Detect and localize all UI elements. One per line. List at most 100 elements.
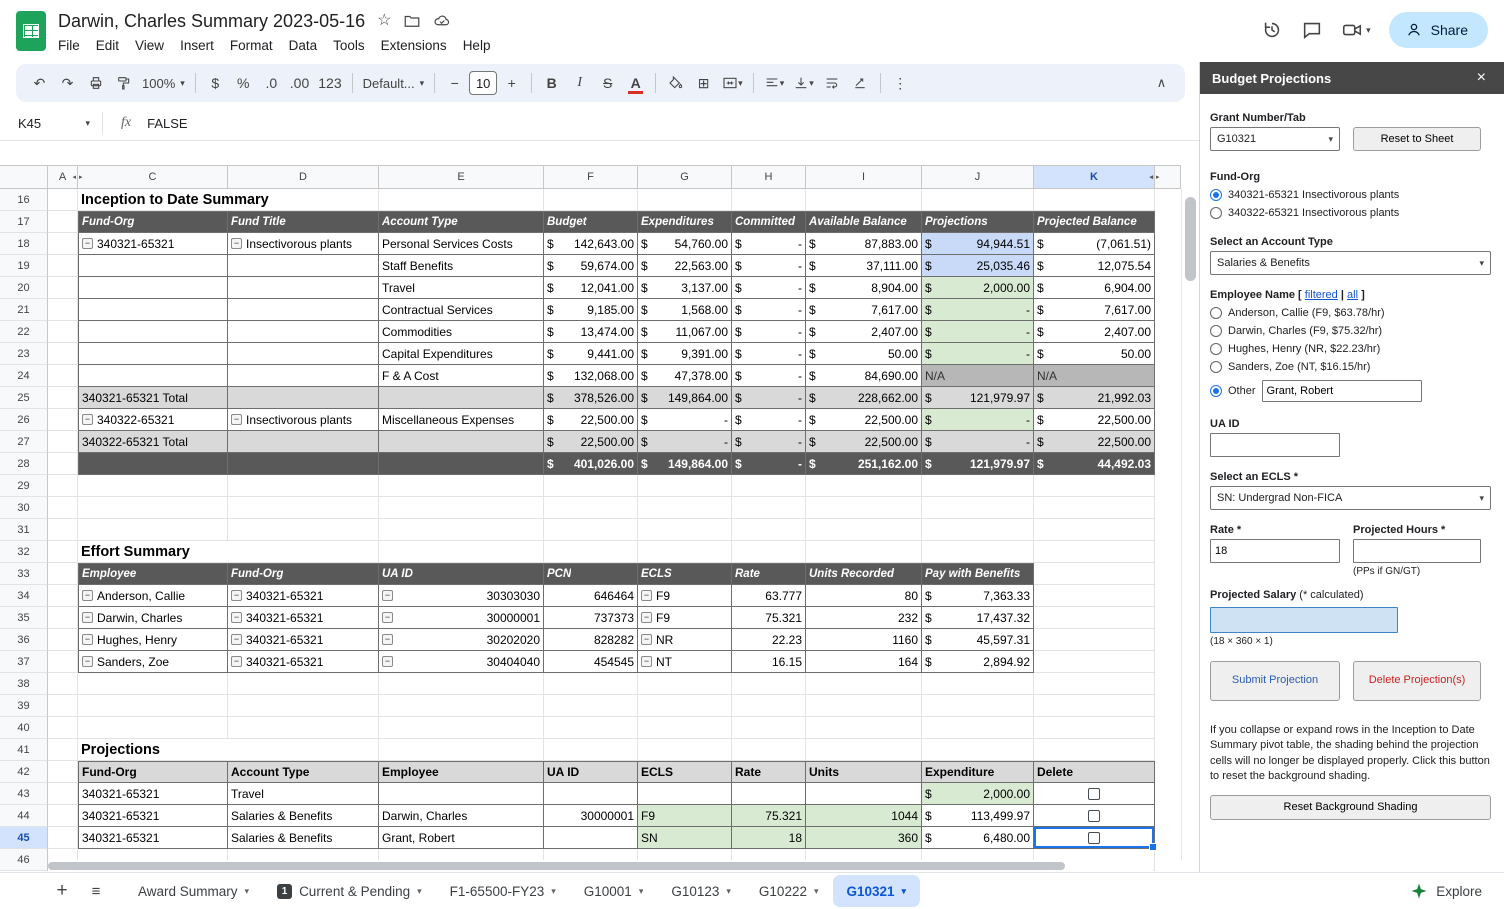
cell-F[interactable]: $22,500.00 bbox=[544, 431, 638, 453]
row-header-24[interactable]: 24 bbox=[0, 365, 48, 387]
cell-K[interactable]: $ (7,061.51) bbox=[1034, 233, 1155, 255]
cell-F[interactable] bbox=[544, 783, 638, 805]
cell-K[interactable]: $6,904.00 bbox=[1034, 277, 1155, 299]
cell-I[interactable]: $87,883.00 bbox=[806, 233, 922, 255]
cell-D[interactable] bbox=[228, 431, 379, 453]
cell-A[interactable] bbox=[48, 277, 78, 299]
cell-G[interactable] bbox=[638, 519, 732, 541]
menu-format[interactable]: Format bbox=[222, 35, 281, 56]
cell-A[interactable] bbox=[48, 827, 78, 849]
collapse-group-button[interactable]: − bbox=[82, 238, 93, 249]
cell-J[interactable]: $113,499.97 bbox=[922, 805, 1034, 827]
cell-I[interactable]: 164 bbox=[806, 651, 922, 673]
text-color-button[interactable]: A bbox=[622, 70, 649, 97]
reset-background-shading-button[interactable]: Reset Background Shading bbox=[1210, 794, 1491, 820]
cell-D[interactable] bbox=[228, 673, 379, 695]
cell-I[interactable]: $84,690.00 bbox=[806, 365, 922, 387]
cell-F[interactable] bbox=[544, 827, 638, 849]
projected-salary-input[interactable] bbox=[1210, 607, 1398, 633]
cell-E[interactable] bbox=[379, 717, 544, 739]
cell-D[interactable] bbox=[228, 453, 379, 475]
row-header-43[interactable]: 43 bbox=[0, 783, 48, 805]
cell-G[interactable]: $ - bbox=[638, 431, 732, 453]
menu-tools[interactable]: Tools bbox=[325, 35, 373, 56]
cell-F[interactable]: $13,474.00 bbox=[544, 321, 638, 343]
text-rotation-button[interactable] bbox=[847, 70, 874, 97]
row-header-25[interactable]: 25 bbox=[0, 387, 48, 409]
cell-H[interactable] bbox=[732, 695, 806, 717]
cell-H[interactable]: $ - bbox=[732, 453, 806, 475]
cell-D[interactable] bbox=[228, 343, 379, 365]
cell-A[interactable] bbox=[48, 387, 78, 409]
cell-K[interactable]: $21,992.03 bbox=[1034, 387, 1155, 409]
rate-input[interactable] bbox=[1210, 539, 1340, 563]
collapse-group-button[interactable]: − bbox=[82, 634, 93, 645]
sheet-tab-current-pending[interactable]: 1 Current & Pending ▾ bbox=[263, 875, 436, 907]
cell-E[interactable]: Darwin, Charles bbox=[379, 805, 544, 827]
font-size-input[interactable]: 10 bbox=[469, 71, 498, 95]
cell-H[interactable]: $ - bbox=[732, 431, 806, 453]
row-header-19[interactable]: 19 bbox=[0, 255, 48, 277]
cell-F[interactable]: 737373 bbox=[544, 607, 638, 629]
cell-G[interactable]: ECLS bbox=[638, 761, 732, 783]
cell-J[interactable]: $ - bbox=[922, 299, 1034, 321]
cell-A[interactable] bbox=[48, 189, 78, 211]
cell-F[interactable]: 828282 bbox=[544, 629, 638, 651]
cell-A[interactable] bbox=[48, 255, 78, 277]
cell-G[interactable]: ECLS bbox=[638, 563, 732, 585]
collapse-group-button[interactable]: − bbox=[82, 590, 93, 601]
collapse-group-button[interactable]: − bbox=[82, 656, 93, 667]
projected-hours-input[interactable] bbox=[1353, 539, 1481, 563]
print-button[interactable] bbox=[82, 70, 109, 97]
cell-J[interactable]: Expenditure bbox=[922, 761, 1034, 783]
employee-option-0-radio[interactable] bbox=[1210, 307, 1222, 319]
cell-H[interactable]: $ - bbox=[732, 233, 806, 255]
cell-I[interactable]: $22,500.00 bbox=[806, 431, 922, 453]
row-header-34[interactable]: 34 bbox=[0, 585, 48, 607]
cell-K[interactable]: $7,617.00 bbox=[1034, 299, 1155, 321]
cell-H[interactable] bbox=[732, 519, 806, 541]
cell-J[interactable]: $ - bbox=[922, 343, 1034, 365]
collapse-group-button[interactable]: − bbox=[231, 238, 242, 249]
cell-G[interactable] bbox=[638, 695, 732, 717]
row-header-35[interactable]: 35 bbox=[0, 607, 48, 629]
cell-C[interactable]: Effort Summary bbox=[78, 541, 228, 563]
cell-E[interactable]: Personal Services Costs bbox=[379, 233, 544, 255]
column-header-F[interactable]: F bbox=[544, 165, 638, 189]
cell-C[interactable] bbox=[78, 365, 228, 387]
cell-F[interactable]: $22,500.00 bbox=[544, 409, 638, 431]
delete-checkbox[interactable] bbox=[1088, 809, 1100, 822]
increase-decimals-button[interactable]: .00 bbox=[286, 70, 313, 97]
cell-E[interactable] bbox=[379, 519, 544, 541]
cell-J[interactable]: $2,000.00 bbox=[922, 277, 1034, 299]
cell-H[interactable]: $ - bbox=[732, 299, 806, 321]
cell-J[interactable] bbox=[922, 497, 1034, 519]
cell-E[interactable] bbox=[379, 189, 544, 211]
cell-A[interactable] bbox=[48, 761, 78, 783]
row-header-17[interactable]: 17 bbox=[0, 211, 48, 233]
cell-F[interactable] bbox=[544, 739, 638, 761]
cell-J[interactable] bbox=[922, 673, 1034, 695]
cell-D[interactable]: −340321-65321 bbox=[228, 585, 379, 607]
collapse-group-button[interactable]: − bbox=[641, 656, 652, 667]
sheet-tab-g10321[interactable]: G10321 ▾ bbox=[832, 875, 921, 907]
row-header-22[interactable]: 22 bbox=[0, 321, 48, 343]
cell-F[interactable]: $12,041.00 bbox=[544, 277, 638, 299]
cell-A[interactable] bbox=[48, 453, 78, 475]
all-sheets-button[interactable]: ≡ bbox=[82, 882, 110, 901]
row-header-40[interactable]: 40 bbox=[0, 717, 48, 739]
cell-C[interactable] bbox=[78, 255, 228, 277]
cell-C[interactable] bbox=[78, 519, 228, 541]
column-header-J[interactable]: J bbox=[922, 165, 1034, 189]
row-header-36[interactable]: 36 bbox=[0, 629, 48, 651]
cell-D[interactable]: Fund Title bbox=[228, 211, 379, 233]
cell-K[interactable] bbox=[1034, 497, 1155, 519]
cell-I[interactable]: 232 bbox=[806, 607, 922, 629]
collapse-toolbar-button[interactable]: ∧ bbox=[1148, 70, 1175, 97]
cell-H[interactable]: 63.777 bbox=[732, 585, 806, 607]
cell-H[interactable]: $ - bbox=[732, 365, 806, 387]
cell-K[interactable] bbox=[1034, 629, 1155, 651]
cell-K[interactable]: Projected Balance bbox=[1034, 211, 1155, 233]
fill-color-button[interactable] bbox=[662, 70, 689, 97]
cell-C[interactable] bbox=[78, 717, 228, 739]
